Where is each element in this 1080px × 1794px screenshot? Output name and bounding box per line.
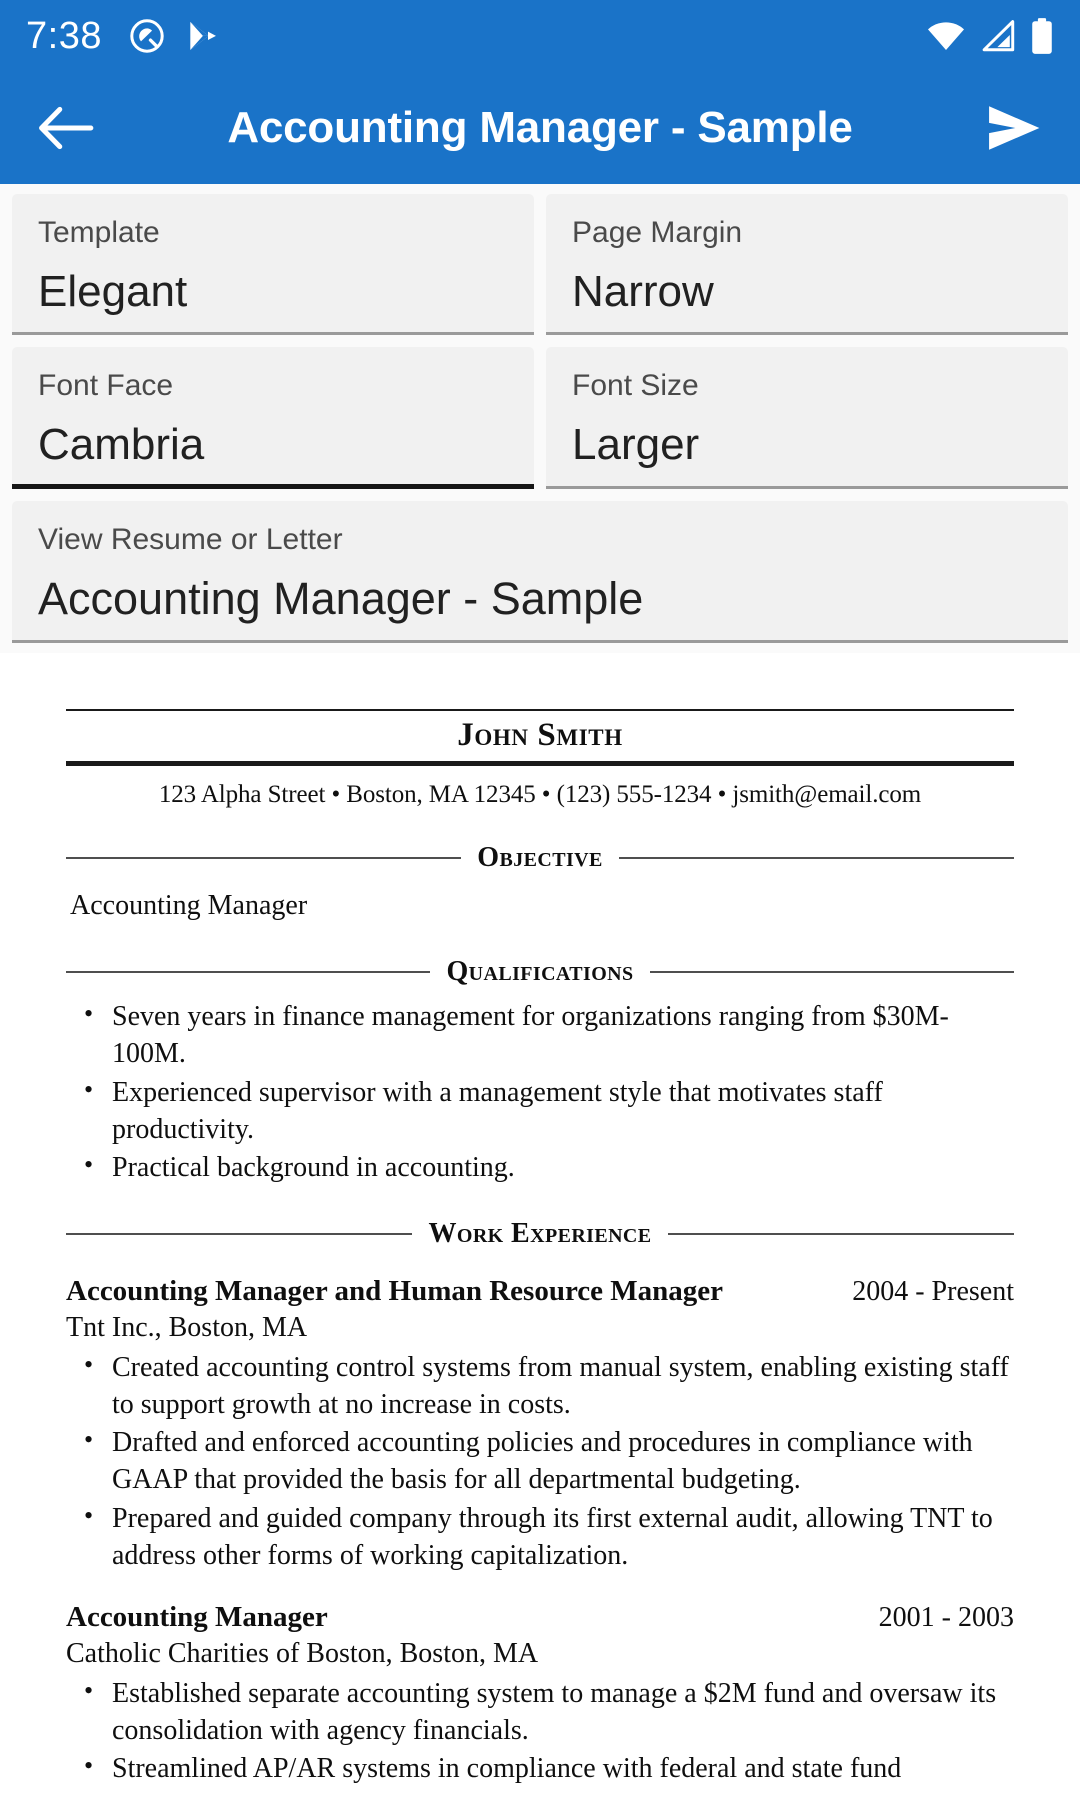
list-item: Seven years in finance management for or… <box>66 997 1014 1072</box>
form-row-1: Template Elegant Page Margin Narrow <box>12 194 1068 336</box>
list-item: Prepared and guided company through its … <box>66 1499 1014 1574</box>
job-company: Tnt Inc., Boston, MA <box>66 1311 308 1343</box>
app-screen: 7:38 Accounting Manager - Sample Templat… <box>0 0 1080 1794</box>
font-size-field[interactable]: Font Size Larger <box>546 347 1068 489</box>
job-title: Accounting Manager and Human Resource Ma… <box>66 1275 724 1308</box>
form-row-2: Font Face Cambria Font Size Larger <box>12 347 1068 489</box>
job-bullets: Created accounting control systems from … <box>66 1348 1014 1574</box>
job-bullets: Established separate accounting system t… <box>66 1674 1014 1794</box>
heading-rule-right <box>667 1233 1014 1236</box>
form-row-3: View Resume or Letter Accounting Manager… <box>12 500 1068 643</box>
font-face-field-label: Font Face <box>38 369 174 403</box>
list-item: Created accounting control systems from … <box>66 1348 1014 1423</box>
job-dates: 2004 - Present <box>852 1276 1014 1308</box>
template-field-label: Template <box>38 216 160 249</box>
send-icon <box>984 102 1044 154</box>
document-options-form: Template Elegant Page Margin Narrow Font… <box>0 184 1080 653</box>
font-size-field-label: Font Size <box>572 369 699 403</box>
back-arrow-icon <box>37 104 95 152</box>
resume-document: John Smith 123 Alpha Street • Boston, MA… <box>66 708 1015 1794</box>
heading-rule-left <box>66 971 431 974</box>
job-company: Catholic Charities of Boston, Boston, MA <box>66 1637 539 1669</box>
job-entry: Accounting Manager and Human Resource Ma… <box>66 1274 1014 1574</box>
job-header: Accounting Manager 2001 - 2003 <box>66 1600 1014 1635</box>
heading-rule-left <box>66 1233 413 1236</box>
objective-text: Accounting Manager <box>70 889 308 921</box>
page-margin-field-value: Narrow <box>572 267 714 316</box>
job-entry: Accounting Manager 2001 - 2003 Catholic … <box>66 1600 1014 1794</box>
job-header: Accounting Manager and Human Resource Ma… <box>66 1274 1014 1309</box>
status-clock: 7:38 <box>26 14 102 57</box>
section-heading-objective: Objective <box>66 841 1015 873</box>
cellular-signal-icon <box>980 19 1016 53</box>
list-item: Drafted and enforced accounting policies… <box>66 1423 1014 1498</box>
job-title: Accounting Manager <box>66 1601 328 1634</box>
list-item: Experienced supervisor with a management… <box>66 1073 1014 1148</box>
resume-name: John Smith <box>457 716 623 753</box>
status-bar: 7:38 <box>0 0 1080 72</box>
font-size-field-value: Larger <box>572 420 700 470</box>
resume-preview[interactable]: John Smith 123 Alpha Street • Boston, MA… <box>0 652 1080 1794</box>
battery-full-icon <box>1030 17 1054 55</box>
heading-rule-right <box>649 971 1015 974</box>
resume-contact-line: 123 Alpha Street • Boston, MA 12345 • (1… <box>158 780 922 808</box>
view-document-field-value: Accounting Manager - Sample <box>38 573 644 624</box>
template-field[interactable]: Template Elegant <box>12 194 534 336</box>
status-notification-icons <box>128 17 220 55</box>
page-title: Accounting Manager - Sample <box>227 103 853 152</box>
play-store-icon <box>184 17 220 55</box>
view-document-field-label: View Resume or Letter <box>38 522 343 556</box>
view-document-field[interactable]: View Resume or Letter Accounting Manager… <box>12 500 1068 643</box>
font-face-field-value: Cambria <box>38 420 205 470</box>
section-heading-qualifications: Qualifications <box>66 956 1015 988</box>
section-title-objective: Objective <box>477 841 603 873</box>
section-heading-work-experience: Work Experience <box>66 1220 1014 1248</box>
app-bar: Accounting Manager - Sample <box>0 72 1080 184</box>
resume-header: John Smith 123 Alpha Street • Boston, MA… <box>66 708 1014 810</box>
quest-circle-icon <box>128 17 166 55</box>
font-face-field[interactable]: Font Face Cambria <box>12 347 534 489</box>
job-dates: 2001 - 2003 <box>878 1602 1014 1634</box>
page-margin-field-label: Page Margin <box>572 216 743 249</box>
heading-rule-right <box>618 856 1015 859</box>
list-item: Streamlined AP/AR systems in compliance … <box>66 1749 1014 1794</box>
wifi-icon <box>926 19 966 53</box>
status-system-icons <box>926 17 1054 55</box>
heading-rule-left <box>66 856 462 859</box>
page-margin-field[interactable]: Page Margin Narrow <box>546 194 1068 336</box>
section-title-work-experience: Work Experience <box>428 1218 652 1250</box>
list-item: Practical background in accounting. <box>66 1148 1014 1186</box>
template-field-value: Elegant <box>38 267 188 316</box>
send-button[interactable] <box>982 102 1046 154</box>
qualifications-list: Seven years in finance management for or… <box>66 997 1014 1186</box>
back-button[interactable] <box>34 104 98 152</box>
section-title-qualifications: Qualifications <box>446 956 634 988</box>
list-item: Established separate accounting system t… <box>66 1674 1014 1749</box>
